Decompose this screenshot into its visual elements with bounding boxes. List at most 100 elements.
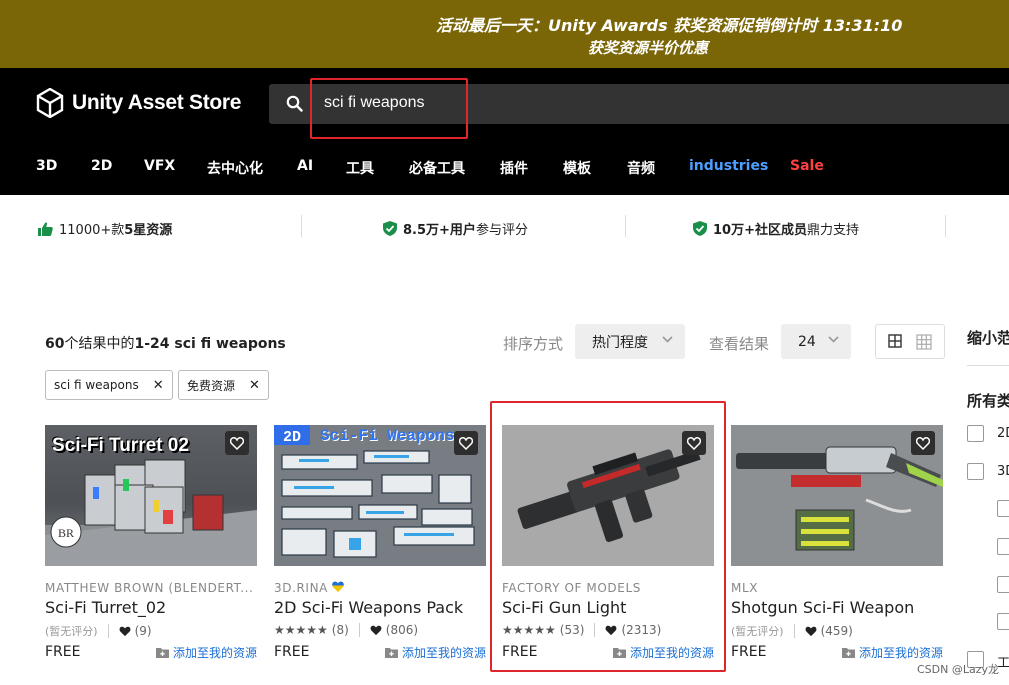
sort-label: 排序方式 xyxy=(503,335,564,353)
sort-value: 热门程度 xyxy=(592,334,648,351)
product-thumbnail[interactable]: 2D Sci-Fi Weapons xyxy=(274,425,486,566)
view-count-dropdown[interactable]: 24 xyxy=(781,324,851,359)
trust-bar: 11000+款5星资源 8.5万+用户参与评分 10万+社区成员鼎力支持 xyxy=(0,195,1009,261)
check-shield-icon xyxy=(693,221,707,236)
product-title[interactable]: Shotgun Sci-Fi Weapon xyxy=(731,598,914,617)
nav-tools[interactable]: 工具 xyxy=(346,158,374,178)
heart-icon xyxy=(230,436,244,450)
publisher-name[interactable]: MLX xyxy=(731,581,943,595)
site-header: Unity Asset Store sci fi weapons 3D 2D V… xyxy=(0,68,1009,195)
wishlist-button[interactable] xyxy=(225,431,249,455)
add-to-assets-button[interactable]: 添加至我的资源 xyxy=(384,644,486,661)
ukraine-heart-icon xyxy=(332,581,345,592)
grid-large-icon xyxy=(888,334,902,348)
thumbnail-caption: Sci-Fi Turret 02 xyxy=(52,435,189,456)
heart-filled-icon xyxy=(119,626,131,636)
price: FREE xyxy=(45,644,81,660)
close-icon[interactable]: ✕ xyxy=(153,378,164,393)
promo-banner[interactable]: 活动最后一天：Unity Awards 获奖资源促销倒计时 13:31:10 获… xyxy=(0,0,1009,68)
sidebar-section-title: 所有类 xyxy=(967,392,1009,410)
heart-icon xyxy=(916,436,930,450)
thumbs-up-icon xyxy=(38,221,53,236)
unity-logo[interactable]: Unity Asset Store xyxy=(36,88,241,118)
publisher-name[interactable]: 3D.RINA xyxy=(274,581,486,595)
grid-small-icon[interactable] xyxy=(916,334,932,350)
nav-plugins[interactable]: 插件 xyxy=(500,158,528,178)
filter-checkbox[interactable] xyxy=(997,576,1009,593)
filter-label-3d: 3D xyxy=(997,464,1009,479)
product-thumbnail[interactable]: BR Sci-Fi Turret 02 xyxy=(45,425,257,566)
nav-essentials[interactable]: 必备工具 xyxy=(409,158,465,178)
rating-count: (8) xyxy=(331,623,349,637)
large-grid-view-button[interactable] xyxy=(880,329,910,354)
chevron-down-icon xyxy=(828,336,839,343)
filter-checkbox-2d[interactable] xyxy=(967,425,984,442)
product-highlight-box xyxy=(490,401,726,672)
product-meta: (暂无评分) (9) xyxy=(45,623,152,639)
price: FREE xyxy=(731,644,767,660)
search-icon[interactable] xyxy=(286,95,303,112)
chevron-down-icon xyxy=(662,336,673,343)
divider xyxy=(945,215,946,237)
sidebar-title: 缩小范 xyxy=(967,329,1009,347)
check-shield-icon xyxy=(383,221,397,236)
nav-vfx[interactable]: VFX xyxy=(144,158,175,174)
promo-line-1: 活动最后一天：Unity Awards 获奖资源促销倒计时 13:31:10 xyxy=(436,16,903,35)
filter-chip-query[interactable]: sci fi weapons ✕ xyxy=(45,370,173,400)
product-title[interactable]: Sci-Fi Turret_02 xyxy=(45,598,166,617)
view-toggle xyxy=(875,324,945,359)
close-icon[interactable]: ✕ xyxy=(249,378,260,393)
thumbnail-caption: Sci-Fi Weapons xyxy=(320,427,455,445)
star-rating: ★★★★★ xyxy=(274,623,328,637)
price: FREE xyxy=(274,644,310,660)
add-to-assets-button[interactable]: 添加至我的资源 xyxy=(155,644,257,661)
divider xyxy=(625,215,626,237)
folder-add-icon xyxy=(841,648,855,658)
filter-sidebar: 缩小范 所有类 2D 3D 工 xyxy=(967,0,1009,685)
filter-checkbox-3d[interactable] xyxy=(967,463,984,480)
results-summary: 60个结果中的1-24 sci fi weapons xyxy=(45,336,286,352)
product-thumbnail[interactable] xyxy=(731,425,943,566)
nav-ai[interactable]: AI xyxy=(297,158,313,174)
rating-text: (暂无评分) xyxy=(731,625,784,638)
unity-cube-icon xyxy=(36,88,64,118)
filter-checkbox[interactable] xyxy=(997,500,1009,517)
wishlist-button[interactable] xyxy=(454,431,478,455)
svg-text:2D: 2D xyxy=(283,429,301,446)
trust-item-community: 10万+社区成员鼎力支持 xyxy=(693,219,859,238)
logo-text: Unity Asset Store xyxy=(72,91,242,114)
nav-templates[interactable]: 模板 xyxy=(563,158,591,178)
filter-checkbox[interactable] xyxy=(997,538,1009,555)
nav-sale[interactable]: Sale xyxy=(790,158,824,174)
heart-icon xyxy=(459,436,473,450)
favorite-count: (9) xyxy=(134,624,152,638)
favorite-count: (459) xyxy=(820,624,853,638)
nav-industries[interactable]: industries xyxy=(689,158,768,174)
folder-add-icon xyxy=(384,648,398,658)
product-title[interactable]: 2D Sci-Fi Weapons Pack xyxy=(274,598,463,617)
view-count-label: 查看结果 xyxy=(709,335,770,353)
nav-2d[interactable]: 2D xyxy=(91,158,112,174)
heart-filled-icon xyxy=(805,626,817,636)
sort-dropdown[interactable]: 热门程度 xyxy=(575,324,685,359)
filter-label-2d: 2D xyxy=(997,426,1009,441)
add-to-assets-button[interactable]: 添加至我的资源 xyxy=(841,644,943,661)
wishlist-button[interactable] xyxy=(911,431,935,455)
nav-3d[interactable]: 3D xyxy=(36,158,57,174)
search-highlight-box xyxy=(310,78,468,139)
product-meta: ★★★★★ (8) (806) xyxy=(274,623,418,637)
favorite-count: (806) xyxy=(385,623,419,637)
heart-filled-icon xyxy=(370,625,382,635)
filter-chip-free[interactable]: 免费资源 ✕ xyxy=(178,370,269,400)
folder-add-icon xyxy=(155,648,169,658)
product-meta: (暂无评分) (459) xyxy=(731,623,853,639)
filter-checkbox[interactable] xyxy=(997,613,1009,630)
trust-item-users: 8.5万+用户参与评分 xyxy=(383,219,528,238)
publisher-name[interactable]: MATTHEW BROWN (BLENDERT... xyxy=(45,581,257,595)
divider xyxy=(301,215,302,237)
view-count-value: 24 xyxy=(798,333,816,350)
nav-audio[interactable]: 音频 xyxy=(627,158,655,178)
nav-decentralized[interactable]: 去中心化 xyxy=(207,158,263,178)
rating-text: (暂无评分) xyxy=(45,625,98,638)
watermark: CSDN @Lazy龙 xyxy=(917,663,1000,676)
